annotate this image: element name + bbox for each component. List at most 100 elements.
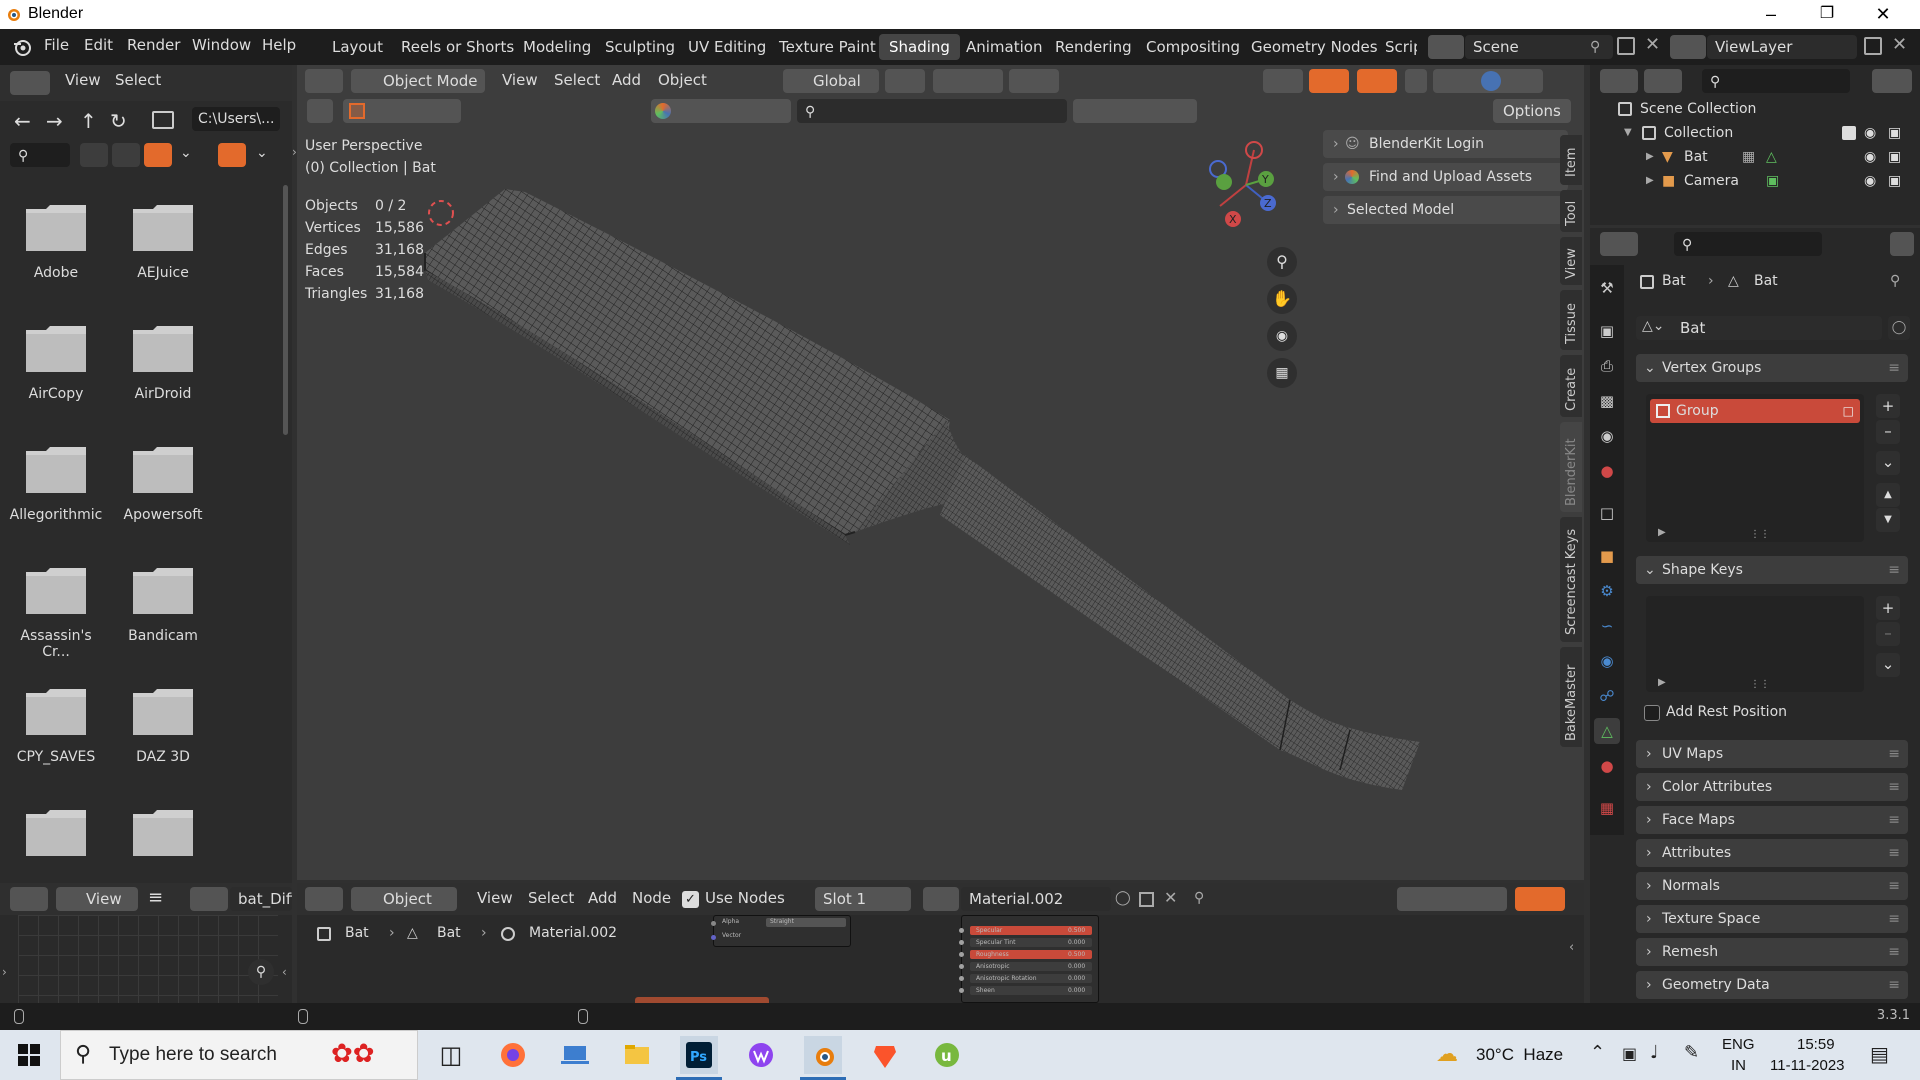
properties-tab-output-icon[interactable]: ⎙ xyxy=(1594,353,1620,379)
file-browser-scrollbar[interactable] xyxy=(283,185,288,435)
find-upload-assets-panel[interactable]: › Find and Upload Assets xyxy=(1323,163,1568,191)
drag-handle-icon[interactable]: ≡ xyxy=(1888,354,1900,382)
firefox-icon[interactable] xyxy=(494,1036,532,1074)
tab-reels-or-shorts[interactable]: Reels or Shorts xyxy=(391,34,524,60)
close-button[interactable]: ✕ xyxy=(1856,0,1910,29)
vertex-group-move-down-button[interactable]: ▼ xyxy=(1876,508,1900,532)
node-socket[interactable] xyxy=(711,921,716,926)
taskbar-search-box[interactable]: ⚲ Type here to search ✿✿ xyxy=(60,1030,418,1080)
folder-icon[interactable] xyxy=(26,326,86,372)
folder-label[interactable]: AirCopy xyxy=(6,386,106,402)
file-search-input[interactable]: ⚲ xyxy=(10,143,70,167)
properties-tab-texture-icon[interactable]: ▦ xyxy=(1594,795,1620,821)
photoshop-icon[interactable]: Ps xyxy=(680,1036,718,1074)
shape-keys-list[interactable]: ▶ ⋮⋮ xyxy=(1646,596,1864,692)
remove-view-layer-icon[interactable]: ✕ xyxy=(1892,34,1907,55)
folder-label[interactable]: Allegorithmic xyxy=(6,507,106,523)
vertex-group-specials-button[interactable]: ⌄ xyxy=(1876,451,1900,475)
tab-layout[interactable]: Layout xyxy=(322,34,393,60)
node-menu-node[interactable]: Node xyxy=(632,889,671,907)
windows-start-icon[interactable] xyxy=(18,1044,40,1066)
file-browser-menu-select[interactable]: Select xyxy=(115,71,161,89)
duplicate-material-icon[interactable] xyxy=(1139,892,1154,907)
properties-tab-scene-icon[interactable]: ◉ xyxy=(1594,423,1620,449)
vertex-groups-panel-header[interactable]: ⌄ Vertex Groups ≡ xyxy=(1636,354,1908,382)
vertex-group-move-up-button[interactable]: ▲ xyxy=(1876,483,1900,507)
sidebar-tab-item[interactable]: Item xyxy=(1560,135,1582,185)
expand-arrow-icon[interactable]: ▶ xyxy=(1646,145,1654,169)
tab-modeling[interactable]: Modeling xyxy=(513,34,601,60)
folder-icon[interactable] xyxy=(133,810,193,856)
add-rest-position-checkbox[interactable] xyxy=(1644,705,1660,721)
node-socket[interactable] xyxy=(959,940,964,945)
properties-tab-render-icon[interactable]: ▣ xyxy=(1594,318,1620,344)
node-socket[interactable] xyxy=(959,952,964,957)
list-expand-icon[interactable]: ▶ xyxy=(1658,677,1666,688)
image-view-dropdown[interactable]: View xyxy=(56,887,138,911)
new-folder-icon[interactable] xyxy=(152,111,174,129)
node-menu-select[interactable]: Select xyxy=(528,889,574,907)
folder-icon[interactable] xyxy=(133,326,193,372)
folder-label[interactable]: Assassin's Cr... xyxy=(6,628,106,660)
properties-editor-type-button[interactable] xyxy=(1600,232,1638,256)
horizontal-list-view-button[interactable] xyxy=(112,143,140,167)
weather-icon[interactable]: ☁ xyxy=(1436,1042,1458,1067)
properties-tab-world-icon[interactable]: ● xyxy=(1594,458,1620,484)
sidebar-toggle-icon[interactable]: › xyxy=(2,965,7,979)
properties-tab-physics-icon[interactable]: ◉ xyxy=(1594,648,1620,674)
volume-icon[interactable]: ♩ xyxy=(1650,1042,1659,1063)
clock-date[interactable]: 11-11-2023 xyxy=(1770,1057,1845,1074)
mesh-data-selector[interactable]: Bat xyxy=(1636,316,1882,340)
folder-icon[interactable] xyxy=(133,205,193,251)
expand-arrow-icon[interactable]: ▶ xyxy=(1646,169,1654,193)
language-top[interactable]: ENG xyxy=(1722,1036,1755,1053)
image-editor-panel[interactable]: View ≡ bat_Diffu ⚲ › ‹ xyxy=(0,883,292,1003)
remove-scene-icon[interactable]: ✕ xyxy=(1645,34,1660,55)
filter-button[interactable] xyxy=(218,143,246,167)
node-editor-type-button[interactable] xyxy=(305,887,343,911)
selected-model-panel[interactable]: › Selected Model xyxy=(1323,196,1568,224)
ortho-grid-icon[interactable]: ▦ xyxy=(1267,358,1297,388)
sidebar-tab-screencast-keys[interactable]: Screencast Keys xyxy=(1560,517,1582,642)
material-browse-button[interactable] xyxy=(923,887,959,911)
weather-text[interactable]: 30°C Haze xyxy=(1476,1045,1563,1065)
node-socket[interactable] xyxy=(959,976,964,981)
shape-key-specials-button[interactable]: ⌄ xyxy=(1876,653,1900,677)
small-node[interactable]: Alpha Straight Vector xyxy=(711,915,851,947)
folder-icon[interactable] xyxy=(26,568,86,614)
clock-time[interactable]: 15:59 xyxy=(1797,1036,1835,1053)
utorrent-icon[interactable]: u xyxy=(928,1036,966,1074)
filter-chevron-icon[interactable]: ⌄ xyxy=(256,145,268,161)
properties-tab-tool-icon[interactable]: ⚒ xyxy=(1594,275,1620,301)
node-menu-add[interactable]: Add xyxy=(588,889,617,907)
drag-handle-icon[interactable]: ≡ xyxy=(1888,740,1900,768)
eye-icon[interactable]: ◉ xyxy=(1864,145,1876,169)
outliner-row-scene-collection[interactable]: Scene Collection xyxy=(1590,97,1920,121)
properties-tab-particles-icon[interactable]: ∽ xyxy=(1594,613,1620,639)
tab-sculpting[interactable]: Sculpting xyxy=(595,34,685,60)
image-editor-type-button[interactable] xyxy=(10,887,48,911)
shape-keys-panel-header[interactable]: ⌄ Shape Keys ≡ xyxy=(1636,556,1908,584)
pin-icon[interactable]: ⚲ xyxy=(1194,890,1204,906)
unlink-material-icon[interactable]: ✕ xyxy=(1164,888,1177,907)
new-view-layer-icon[interactable] xyxy=(1864,37,1882,55)
camera-view-icon[interactable]: ◉ xyxy=(1267,321,1297,351)
chevron-down-icon[interactable]: ⌄ xyxy=(180,145,192,161)
folder-label[interactable]: Bandicam xyxy=(113,628,213,644)
menu-render[interactable]: Render xyxy=(127,36,180,54)
pen-icon[interactable]: ✎ xyxy=(1684,1042,1699,1063)
properties-options-button[interactable] xyxy=(1890,232,1914,256)
back-arrow-icon[interactable]: ← xyxy=(14,109,31,133)
lock-icon[interactable]: □ xyxy=(1843,399,1854,423)
path-field[interactable]: C:\Users\... xyxy=(192,107,280,131)
menu-file[interactable]: File xyxy=(44,36,69,54)
laptop-app-icon[interactable] xyxy=(556,1036,594,1074)
properties-tab-material-icon[interactable]: ● xyxy=(1594,753,1620,779)
collapse-arrow-icon[interactable]: ▼ xyxy=(1624,121,1632,145)
folder-label[interactable]: AEJuice xyxy=(113,265,213,281)
sidebar-tab-tool[interactable]: Tool xyxy=(1560,190,1582,232)
folder-label[interactable]: Apowersoft xyxy=(113,507,213,523)
properties-search-input[interactable]: ⚲ xyxy=(1674,232,1822,256)
tab-rendering[interactable]: Rendering xyxy=(1045,34,1142,60)
minimize-button[interactable]: – xyxy=(1744,0,1798,29)
